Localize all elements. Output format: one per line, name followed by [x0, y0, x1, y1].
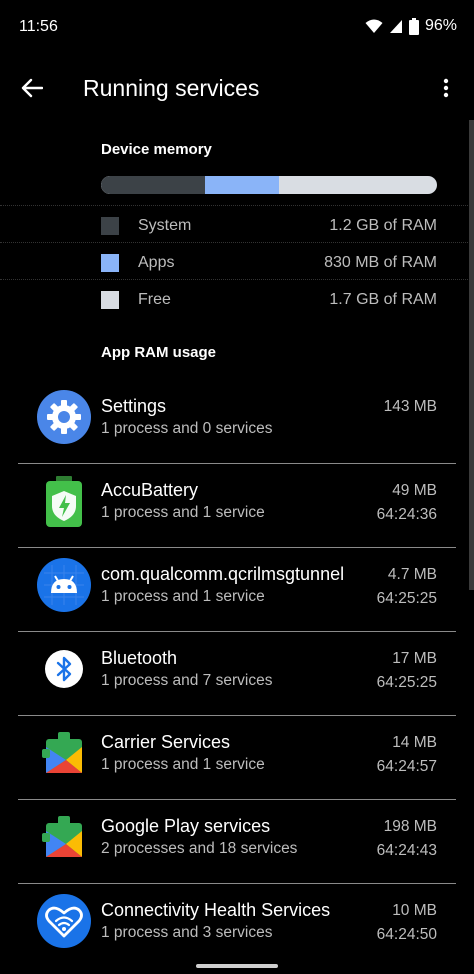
app-ram-usage-title: App RAM usage: [101, 344, 217, 361]
legend-swatch-system: [101, 217, 119, 235]
battery-icon: [408, 17, 419, 35]
scrollbar[interactable]: [469, 120, 474, 590]
app-time: 64:25:25: [376, 590, 437, 607]
legend-label: System: [138, 217, 192, 234]
divider: [0, 242, 474, 243]
google-play-services-icon: [42, 816, 82, 857]
battery-percent: 96%: [424, 17, 457, 34]
list-item[interactable]: Bluetooth 1 process and 7 services 17 MB…: [0, 632, 474, 716]
arrow-back-icon: [21, 78, 43, 98]
app-name: Google Play services: [101, 816, 271, 836]
home-indicator[interactable]: [196, 964, 278, 968]
device-memory-title: Device memory: [101, 141, 212, 158]
app-detail: 2 processes and 18 services: [101, 840, 298, 857]
legend-value: 1.2 GB of RAM: [329, 217, 437, 234]
android-robot-icon: [37, 558, 91, 612]
accubattery-icon: [46, 476, 82, 527]
list-item[interactable]: com.qualcomm.qcrilmsgtunnel 1 process an…: [0, 548, 474, 632]
divider: [0, 279, 474, 280]
legend-value: 1.7 GB of RAM: [329, 291, 437, 308]
app-name: Carrier Services: [101, 732, 231, 752]
app-detail: 1 process and 3 services: [101, 924, 273, 941]
app-detail: 1 process and 1 service: [101, 756, 265, 773]
wifi-icon: [365, 19, 383, 33]
legend-row-apps: Apps 830 MB of RAM: [0, 242, 474, 278]
legend-row-system: System 1.2 GB of RAM: [0, 205, 474, 241]
bluetooth-icon: [45, 650, 83, 688]
app-time: 64:24:43: [376, 842, 437, 859]
divider: [0, 205, 474, 206]
carrier-services-icon: [42, 732, 82, 773]
legend-label: Free: [138, 291, 171, 308]
legend-label: Apps: [138, 254, 175, 271]
list-item[interactable]: Connectivity Health Services 1 process a…: [0, 884, 474, 968]
legend-value: 830 MB of RAM: [324, 254, 437, 271]
app-name: Connectivity Health Services: [101, 900, 331, 920]
status-time: 11:56: [19, 18, 58, 35]
status-bar: 11:56 96%: [0, 0, 474, 56]
more-options-button[interactable]: [434, 72, 458, 104]
app-name: Settings: [101, 396, 167, 416]
app-size: 17 MB: [392, 650, 437, 667]
list-item[interactable]: Carrier Services 1 process and 1 service…: [0, 716, 474, 800]
list-item[interactable]: Settings 1 process and 0 services 143 MB: [0, 380, 474, 464]
app-name: AccuBattery: [101, 480, 199, 500]
memory-bar-apps: [205, 176, 280, 194]
app-time: 64:25:25: [376, 674, 437, 691]
page-title: Running services: [83, 75, 260, 101]
signal-icon: [389, 20, 402, 33]
app-time: 64:24:50: [376, 926, 437, 943]
status-icons: 96%: [365, 17, 457, 35]
legend-swatch-apps: [101, 254, 119, 272]
app-detail: 1 process and 7 services: [101, 672, 273, 689]
app-detail: 1 process and 1 service: [101, 588, 265, 605]
app-detail: 1 process and 0 services: [101, 420, 273, 437]
app-size: 49 MB: [392, 482, 437, 499]
app-size: 198 MB: [383, 818, 437, 835]
more-vert-icon: [443, 78, 449, 98]
legend-row-free: Free 1.7 GB of RAM: [0, 279, 474, 315]
list-item[interactable]: AccuBattery 1 process and 1 service 49 M…: [0, 464, 474, 548]
app-size: 14 MB: [392, 734, 437, 751]
legend-swatch-free: [101, 291, 119, 309]
app-time: 64:24:57: [376, 758, 437, 775]
app-bar: Running services: [0, 56, 474, 120]
list-item[interactable]: Google Play services 2 processes and 18 …: [0, 800, 474, 884]
memory-bar-system: [101, 176, 206, 194]
app-name: Bluetooth: [101, 648, 178, 668]
app-size: 143 MB: [383, 398, 437, 415]
memory-usage-bar: [101, 176, 437, 194]
app-size: 10 MB: [392, 902, 437, 919]
app-name: com.qualcomm.qcrilmsgtunnel: [101, 564, 345, 584]
settings-gear-icon: [37, 390, 91, 444]
app-time: 64:24:36: [376, 506, 437, 523]
back-button[interactable]: [16, 72, 48, 104]
app-size: 4.7 MB: [387, 566, 437, 583]
app-detail: 1 process and 1 service: [101, 504, 265, 521]
connectivity-health-icon: [37, 894, 91, 948]
